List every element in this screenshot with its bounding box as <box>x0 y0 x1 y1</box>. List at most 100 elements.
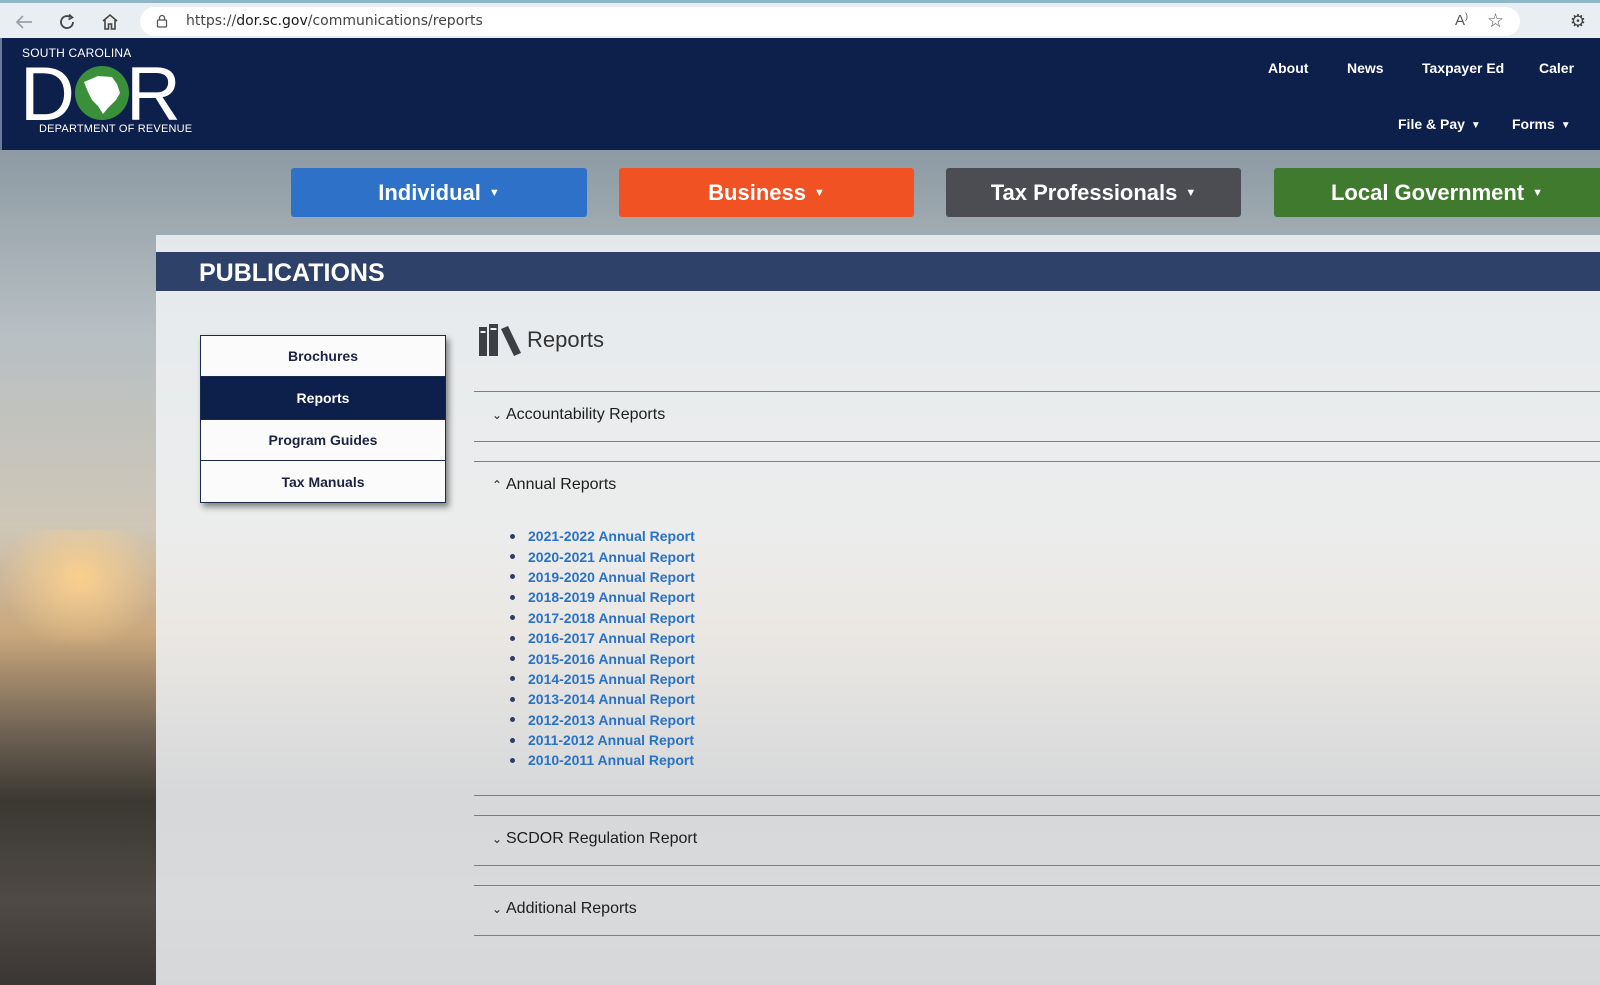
accordion-annual-reports[interactable]: ⌃ Annual Reports <box>492 476 616 494</box>
sunset-glow <box>0 530 160 650</box>
chevron-down-icon: ⌄ <box>492 832 503 846</box>
lock-icon[interactable] <box>156 14 168 33</box>
caret-down-icon: ▼ <box>1560 120 1571 131</box>
individual-label: Individual <box>378 179 481 205</box>
annual-report-link[interactable]: 2019-2020 Annual Report <box>528 569 695 585</box>
accordion-label: Annual Reports <box>506 476 617 493</box>
nav-file-pay[interactable]: File & Pay ▼ <box>1398 116 1481 132</box>
divider <box>474 935 1600 936</box>
caret-down-icon: ▼ <box>1532 186 1544 199</box>
annual-report-link[interactable]: 2020-2021 Annual Report <box>528 549 695 565</box>
annual-report-link[interactable]: 2015-2016 Annual Report <box>528 651 695 667</box>
reports-heading-text: Reports <box>527 327 605 352</box>
list-item: 2014-2015 Annual Report <box>510 669 695 689</box>
sidemenu-item-reports[interactable]: Reports <box>201 377 445 420</box>
logo-bottom-text: DEPARTMENT OF REVENUE <box>39 123 193 135</box>
annual-report-link[interactable]: 2012-2013 Annual Report <box>528 712 695 728</box>
business-button[interactable]: Business ▼ <box>619 168 914 217</box>
tax-professionals-button[interactable]: Tax Professionals ▼ <box>946 168 1241 217</box>
list-item: 2011-2012 Annual Report <box>510 730 695 750</box>
divider <box>474 815 1600 816</box>
bullet <box>510 696 515 702</box>
annual-report-link[interactable]: 2010-2011 Annual Report <box>528 752 694 768</box>
bullet <box>510 737 515 743</box>
nav-forms-label: Forms <box>1512 116 1555 132</box>
divider <box>474 795 1600 796</box>
divider <box>474 461 1600 462</box>
back-arrow-icon[interactable] <box>10 9 38 35</box>
nav-news[interactable]: News <box>1347 60 1384 76</box>
list-item: 2015-2016 Annual Report <box>510 648 695 668</box>
accordion-scdor-regulation-report[interactable]: ⌄ SCDOR Regulation Report <box>492 830 697 848</box>
caret-down-icon: ▼ <box>1185 186 1197 199</box>
svg-text:D: D <box>20 52 75 128</box>
accordion-accountability-reports[interactable]: ⌄ Accountability Reports <box>492 406 665 424</box>
reload-icon[interactable] <box>53 9 81 35</box>
bullet <box>510 717 515 723</box>
url-prefix: https:// <box>186 13 237 29</box>
bullet <box>510 656 515 662</box>
scdor-logo[interactable]: D R SOUTH CAROLINA DEPARTMENT OF REVENUE <box>20 46 200 141</box>
accordion-label: Additional Reports <box>506 900 637 917</box>
list-item: 2013-2014 Annual Report <box>510 689 695 709</box>
list-item: 2020-2021 Annual Report <box>510 546 695 566</box>
list-item: 2019-2020 Annual Report <box>510 567 695 587</box>
caret-down-icon: ▼ <box>488 186 500 199</box>
list-item: 2012-2013 Annual Report <box>510 710 695 730</box>
annual-report-link[interactable]: 2011-2012 Annual Report <box>528 732 694 748</box>
nav-calendar[interactable]: Caler <box>1539 60 1574 76</box>
nav-about[interactable]: About <box>1268 60 1308 76</box>
list-item: 2021-2022 Annual Report <box>510 526 695 546</box>
browser-toolbar: https://dor.sc.gov/communications/report… <box>0 0 1600 38</box>
divider <box>474 441 1600 442</box>
list-item: 2010-2011 Annual Report <box>510 750 695 770</box>
divider <box>474 391 1600 392</box>
individual-button[interactable]: Individual ▼ <box>291 168 587 217</box>
divider <box>474 885 1600 886</box>
address-bar[interactable]: https://dor.sc.gov/communications/report… <box>140 7 1520 36</box>
caret-down-icon: ▼ <box>1470 120 1481 131</box>
read-aloud-icon[interactable]: A) <box>1455 11 1468 29</box>
url-text[interactable]: https://dor.sc.gov/communications/report… <box>186 13 483 29</box>
reports-heading: Reports <box>477 320 604 360</box>
annual-report-link[interactable]: 2016-2017 Annual Report <box>528 630 695 646</box>
chevron-down-icon: ⌄ <box>492 408 503 422</box>
local-government-label: Local Government <box>1330 179 1525 205</box>
svg-text:R: R <box>126 52 180 128</box>
accordion-label: SCDOR Regulation Report <box>506 830 698 847</box>
sidemenu-item-tax-manuals[interactable]: Tax Manuals <box>201 461 445 502</box>
nav-taxpayer-ed[interactable]: Taxpayer Ed <box>1422 60 1504 76</box>
nav-forms[interactable]: Forms ▼ <box>1512 116 1571 132</box>
bullet <box>510 757 515 763</box>
caret-down-icon: ▼ <box>813 186 825 199</box>
bullet <box>510 594 515 600</box>
local-government-button[interactable]: Local Government ▼ <box>1274 168 1600 217</box>
bullet <box>510 676 515 682</box>
divider <box>474 865 1600 866</box>
books-icon <box>479 324 521 356</box>
home-icon[interactable] <box>96 9 124 35</box>
site-header: D R SOUTH CAROLINA DEPARTMENT OF REVENUE… <box>0 38 1600 150</box>
extensions-icon[interactable]: ⚙ <box>1570 11 1586 32</box>
annual-report-link[interactable]: 2018-2019 Annual Report <box>528 589 695 605</box>
tax-professionals-label: Tax Professionals <box>990 179 1178 205</box>
chevron-up-icon: ⌃ <box>492 478 503 492</box>
annual-report-link[interactable]: 2013-2014 Annual Report <box>528 691 695 707</box>
chevron-down-icon: ⌄ <box>492 902 503 916</box>
accordion-label: Accountability Reports <box>506 406 666 423</box>
sidemenu-item-program-guides[interactable]: Program Guides <box>201 420 445 461</box>
bullet <box>510 554 515 560</box>
annual-report-link[interactable]: 2017-2018 Annual Report <box>528 610 695 626</box>
favorite-star-icon[interactable]: ☆ <box>1487 10 1504 33</box>
bullet <box>510 635 515 641</box>
bullet <box>510 574 515 580</box>
business-label: Business <box>708 179 806 205</box>
annual-reports-list: 2021-2022 Annual Report 2020-2021 Annual… <box>510 526 695 771</box>
logo-top-text: SOUTH CAROLINA <box>22 46 132 60</box>
accordion-additional-reports[interactable]: ⌄ Additional Reports <box>492 900 637 918</box>
bullet <box>510 615 515 621</box>
sidemenu-item-brochures[interactable]: Brochures <box>201 336 445 377</box>
list-item: 2018-2019 Annual Report <box>510 587 695 607</box>
annual-report-link[interactable]: 2014-2015 Annual Report <box>528 671 695 687</box>
annual-report-link[interactable]: 2021-2022 Annual Report <box>528 528 695 544</box>
